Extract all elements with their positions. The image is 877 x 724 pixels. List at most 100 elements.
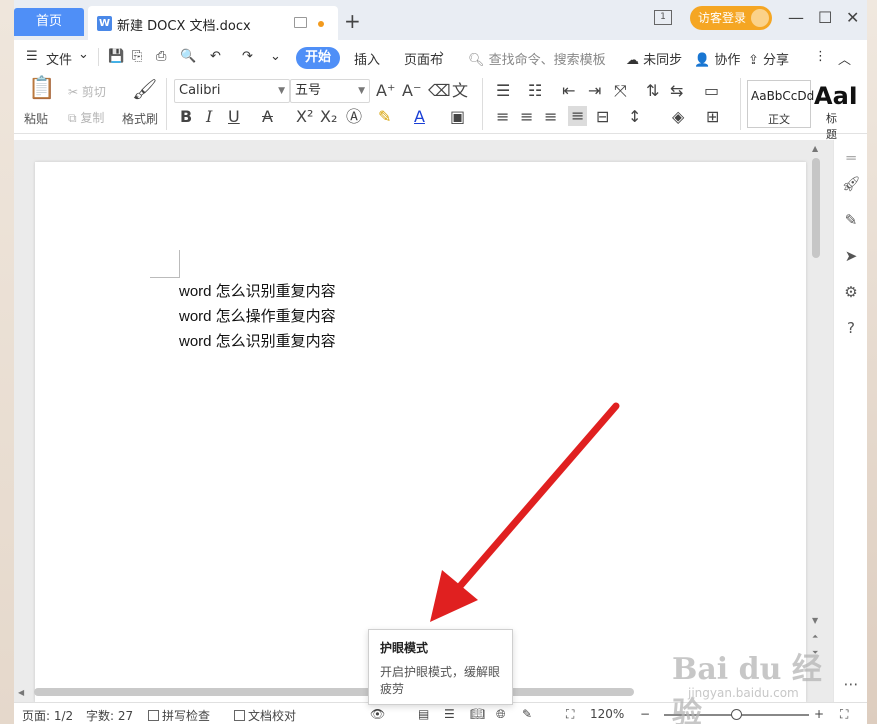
document-page[interactable]: word 怎么识别重复内容 word 怎么操作重复内容 word 怎么识别重复内… xyxy=(35,162,806,702)
numbered-list-icon[interactable]: ☷ xyxy=(528,82,542,100)
redo-icon[interactable]: ↷ xyxy=(242,49,253,64)
character-border-icon[interactable]: ▣ xyxy=(450,108,465,126)
undo-icon[interactable]: ↶ xyxy=(210,49,221,64)
document-tab[interactable]: W 新建 DOCX 文档.docx xyxy=(88,6,338,40)
rocket-icon[interactable]: 🚀︎ xyxy=(841,174,861,194)
show-marks-icon[interactable]: ▭ xyxy=(704,82,719,100)
share-button[interactable]: ⇪ 分享 xyxy=(748,49,789,68)
file-menu-chevron-icon[interactable]: ⌄ xyxy=(78,47,89,62)
tab-page-layout[interactable]: 页面布 xyxy=(404,49,443,68)
underline-icon[interactable]: U xyxy=(228,108,240,126)
borders-icon[interactable]: ⊞ xyxy=(706,108,719,126)
spell-check-toggle[interactable]: 拼写检查 xyxy=(148,707,210,724)
fit-page-icon[interactable]: ⛶ xyxy=(566,707,574,722)
outline-view-icon[interactable]: ☰ xyxy=(444,707,455,721)
bold-icon[interactable]: B xyxy=(180,108,192,126)
home-tab[interactable]: 首页 xyxy=(14,8,84,36)
writing-mode-icon[interactable]: ✎ xyxy=(522,707,532,721)
decrease-indent-icon[interactable]: ⇤ xyxy=(562,82,575,100)
clear-format-icon[interactable]: ⌫ xyxy=(428,82,451,100)
previous-page-icon[interactable]: ⏶ xyxy=(812,632,818,642)
page-counter[interactable]: 页面: 1/2 xyxy=(22,707,73,724)
paste-icon[interactable]: 📋 xyxy=(28,78,55,100)
vertical-scroll-thumb[interactable] xyxy=(812,158,820,258)
reading-view-icon[interactable]: 📖︎ xyxy=(470,707,485,721)
sync-status-button[interactable]: ☁ 未同步 xyxy=(626,49,682,68)
vertical-scrollbar[interactable]: ▲ ▼ ⏶ ⏷ xyxy=(810,140,822,685)
sort-icon[interactable]: ⇅ xyxy=(646,82,659,100)
increase-indent-icon[interactable]: ⇥ xyxy=(588,82,601,100)
print-preview-icon[interactable]: 🔍 xyxy=(180,49,196,64)
font-size-select[interactable]: 五号 ▼ xyxy=(290,79,370,103)
new-tab-button[interactable]: + xyxy=(344,10,361,32)
subscript-icon[interactable]: X₂ xyxy=(320,108,337,126)
guest-login-button[interactable]: 访客登录 xyxy=(690,6,772,30)
file-menu[interactable]: 文件 xyxy=(46,49,72,68)
paste-button[interactable]: 粘贴 xyxy=(24,110,48,127)
tab-insert[interactable]: 插入 xyxy=(354,49,380,68)
word-count[interactable]: 字数: 27 xyxy=(86,707,133,724)
style-normal-sample: AaBbCcDd xyxy=(751,89,815,103)
horizontal-scroll-thumb[interactable] xyxy=(34,688,634,696)
italic-icon[interactable]: I xyxy=(206,108,212,126)
text-direction-icon[interactable]: ⇆ xyxy=(670,82,683,100)
scroll-down-icon[interactable]: ▼ xyxy=(812,616,818,625)
maximize-button[interactable]: ☐ xyxy=(818,8,832,27)
more-tools-chevron-icon[interactable]: ⌄ xyxy=(270,49,281,64)
align-center-icon[interactable]: ≡ xyxy=(520,108,533,126)
tab-home[interactable]: 开始 xyxy=(296,47,340,69)
document-line[interactable]: word 怎么识别重复内容 xyxy=(179,280,336,301)
print-icon[interactable]: ⎙ xyxy=(156,49,166,64)
save-icon[interactable]: 💾 xyxy=(108,49,124,64)
collaborate-button[interactable]: 👤 协作 xyxy=(694,49,740,68)
eye-protection-icon[interactable]: 👁 xyxy=(370,707,385,721)
cursor-icon[interactable]: ➤ xyxy=(841,246,861,266)
more-icon[interactable]: ⋯ xyxy=(841,674,861,694)
font-name-select[interactable]: Calibri ▼ xyxy=(174,79,290,103)
help-icon[interactable]: ? xyxy=(841,318,861,338)
decrease-font-icon[interactable]: A⁻ xyxy=(402,82,421,100)
bullet-list-icon[interactable]: ☰ xyxy=(496,82,510,100)
align-right-icon[interactable]: ≡ xyxy=(544,108,557,126)
phonetic-guide-icon[interactable]: 文 xyxy=(452,82,468,100)
strikethrough-icon[interactable]: A xyxy=(262,108,273,126)
close-button[interactable]: ✕ xyxy=(846,8,859,27)
collapse-ribbon-button[interactable]: ︿ xyxy=(838,49,851,68)
proofread-button[interactable]: 文档校对 xyxy=(234,707,296,724)
monitor-icon[interactable] xyxy=(294,17,307,28)
superscript-icon[interactable]: X² xyxy=(296,108,313,126)
more-options-button[interactable]: ⋮ xyxy=(814,49,827,64)
shading-icon[interactable]: ◈ xyxy=(672,108,684,126)
style-normal[interactable]: AaBbCcDd 正文 xyxy=(747,80,815,128)
document-line[interactable]: word 怎么识别重复内容 xyxy=(179,330,336,351)
web-view-icon[interactable]: 🌐︎ xyxy=(496,707,506,722)
window-layout-icon[interactable]: 1 xyxy=(654,10,672,25)
hamburger-icon[interactable]: ☰ xyxy=(26,49,38,64)
increase-font-icon[interactable]: A⁺ xyxy=(376,82,395,100)
line-spacing-icon[interactable]: ↕ xyxy=(628,108,641,126)
pen-icon[interactable]: ✎ xyxy=(841,210,861,230)
minimize-button[interactable]: — xyxy=(788,8,804,27)
font-color-icon[interactable]: A xyxy=(414,108,425,126)
zoom-level[interactable]: 120% xyxy=(590,707,624,721)
document-line[interactable]: word 怎么操作重复内容 xyxy=(179,305,336,326)
copy-button[interactable]: ⧉ 复制 xyxy=(68,109,104,126)
chinese-layout-icon[interactable]: ⤧ xyxy=(614,82,627,100)
format-painter-button[interactable]: 格式刷 xyxy=(122,110,158,127)
export-icon[interactable]: ⎘ xyxy=(132,49,142,64)
scroll-left-icon[interactable]: ◀ xyxy=(18,688,24,697)
tab-scroll-right-button[interactable]: › xyxy=(439,47,444,62)
zoom-out-button[interactable]: − xyxy=(640,707,650,721)
format-painter-icon[interactable]: 🖌 xyxy=(132,79,157,99)
justify-icon[interactable]: ≡ xyxy=(568,106,588,126)
highlight-icon[interactable]: ✎ xyxy=(378,108,391,126)
settings-sliders-icon[interactable]: ⚙ xyxy=(841,282,861,302)
cut-button[interactable]: ✂ 剪切 xyxy=(68,83,106,100)
page-view-icon[interactable]: ▤ xyxy=(418,707,429,721)
align-left-icon[interactable]: ≡ xyxy=(496,108,509,126)
command-search-input[interactable]: 🔍︎ 查找命令、搜索模板 xyxy=(468,49,606,68)
text-effect-icon[interactable]: Ⓐ xyxy=(346,108,362,126)
scroll-up-icon[interactable]: ▲ xyxy=(812,144,818,153)
distributed-align-icon[interactable]: ⊟ xyxy=(596,108,609,126)
fullscreen-icon[interactable]: ⛶ xyxy=(840,707,848,722)
